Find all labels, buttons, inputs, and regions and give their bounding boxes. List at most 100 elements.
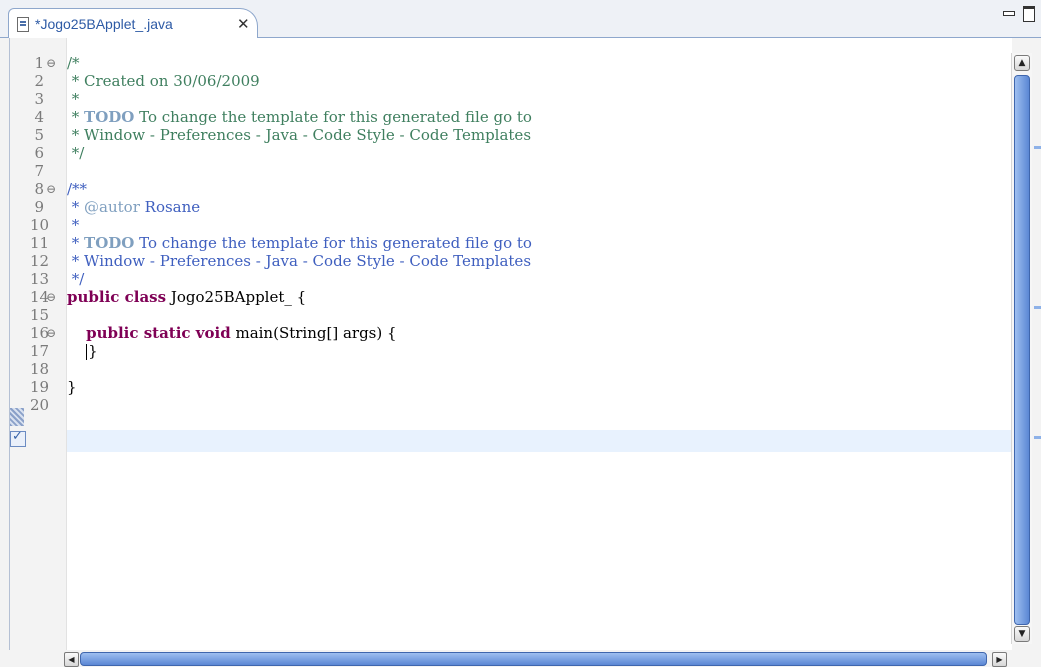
scroll-up-button[interactable]: ▲ (1014, 55, 1030, 71)
line-number-label: 14 (30, 288, 50, 306)
code-token: * (67, 216, 80, 234)
code-line[interactable]: /** (67, 180, 1012, 198)
line-number: 14 ⊖ (30, 288, 66, 306)
line-number: 17 (30, 342, 66, 360)
line-number: 2 (30, 72, 66, 90)
fold-toggle-icon[interactable]: ⊖ (46, 54, 56, 72)
line-number-label: 11 (30, 234, 50, 252)
line-number-label: 8 (34, 180, 44, 198)
code-line[interactable]: * (67, 216, 1012, 234)
code-token: * (67, 108, 85, 126)
code-token: /** (67, 180, 88, 198)
line-number: 5 (30, 126, 66, 144)
vertical-scroll-thumb[interactable] (1014, 75, 1030, 625)
code-token: * Created on 30/06/2009 (67, 72, 260, 90)
code-token: */ (67, 270, 85, 288)
editor-tab-bar: *Jogo25BApplet_.java ✕ (0, 0, 1041, 38)
code-token: TODO (84, 108, 135, 126)
overview-mark[interactable] (1034, 306, 1041, 309)
annotation-ruler[interactable] (10, 38, 30, 650)
line-number-label: 15 (30, 306, 50, 324)
code-line[interactable]: */ (67, 270, 1012, 288)
code-token: * Window - Preferences - Java - Code Sty… (67, 126, 532, 144)
overview-ruler[interactable] (1033, 38, 1041, 650)
code-token: * (67, 198, 85, 216)
code-line[interactable]: * Window - Preferences - Java - Code Sty… (67, 126, 1012, 144)
file-tab[interactable]: *Jogo25BApplet_.java ✕ (8, 8, 258, 38)
code-line[interactable]: * (67, 90, 1012, 108)
line-number: 6 (30, 144, 66, 162)
text-caret (86, 344, 88, 360)
code-token: } (88, 342, 98, 360)
code-token: Rosane (139, 198, 201, 216)
code-token: Jogo25BApplet_ { (166, 288, 307, 306)
code-line[interactable]: * Window - Preferences - Java - Code Sty… (67, 252, 1012, 270)
code-line[interactable]: public static void main(String[] args) { (67, 324, 1012, 342)
line-number-label: 13 (30, 270, 50, 288)
breakpoint-marker-icon[interactable] (10, 408, 24, 426)
code-line[interactable] (67, 396, 1012, 414)
scroll-right-button[interactable]: ▶ (992, 652, 1007, 667)
horizontal-scrollbar[interactable]: ◀ ▶ (60, 650, 1011, 667)
maximize-icon[interactable] (1023, 6, 1035, 22)
line-number: 8 ⊖ (30, 180, 66, 198)
line-number: 20 (30, 396, 66, 414)
code-token: @autor (84, 198, 140, 216)
line-number: 13 (30, 270, 66, 288)
fold-toggle-icon[interactable]: ⊖ (46, 180, 56, 198)
line-number: 9 (30, 198, 66, 216)
code-token: } (67, 378, 77, 396)
line-number-label: 19 (30, 378, 50, 396)
code-line[interactable] (67, 360, 1012, 378)
line-number-label: 7 (34, 162, 44, 180)
line-number-label: 12 (30, 252, 50, 270)
code-line[interactable]: public class Jogo25BApplet_ { (67, 288, 1012, 306)
overview-mark[interactable] (1034, 436, 1041, 439)
code-line[interactable]: */ (67, 144, 1012, 162)
line-number-label: 16 (30, 324, 50, 342)
code-token: public static void (86, 324, 231, 342)
code-line[interactable]: * TODO To change the template for this g… (67, 234, 1012, 252)
line-number: 11 (30, 234, 66, 252)
code-editor[interactable]: 1⊖2345678⊖91011121314⊖1516⊖17181920 /* *… (9, 38, 1012, 650)
fold-toggle-icon[interactable]: ⊖ (46, 288, 56, 306)
fold-toggle-icon[interactable]: ⊖ (46, 324, 56, 342)
line-number: 3 (30, 90, 66, 108)
code-line[interactable]: * @autor Rosane (67, 198, 1012, 216)
scroll-left-button[interactable]: ◀ (64, 652, 79, 667)
java-file-icon (17, 17, 29, 32)
line-number: 12 (30, 252, 66, 270)
tab-title: *Jogo25BApplet_.java (35, 16, 173, 32)
line-number: 4 (30, 108, 66, 126)
line-number: 10 (30, 216, 66, 234)
code-token: public class (67, 288, 167, 306)
line-number-label: 4 (34, 108, 44, 126)
line-number: 18 (30, 360, 66, 378)
task-marker-icon[interactable] (10, 429, 26, 447)
code-token: To change the template for this generate… (134, 234, 532, 252)
scroll-down-button[interactable]: ▼ (1014, 626, 1030, 642)
horizontal-scroll-thumb[interactable] (80, 652, 987, 666)
code-token: /* (67, 54, 80, 72)
code-line[interactable]: } (67, 342, 1012, 360)
minimize-icon[interactable] (1003, 11, 1015, 16)
code-line[interactable]: } (67, 378, 1012, 396)
code-token: * (67, 90, 80, 108)
code-line[interactable] (67, 162, 1012, 180)
code-line[interactable]: * Created on 30/06/2009 (67, 72, 1012, 90)
code-token: * Window - Preferences - Java - Code Sty… (67, 252, 532, 270)
line-number: 19 (30, 378, 66, 396)
code-line[interactable]: * TODO To change the template for this g… (67, 108, 1012, 126)
code-text-area[interactable]: /* * Created on 30/06/2009 * * TODO To c… (67, 38, 1012, 650)
code-line[interactable]: /* (67, 54, 1012, 72)
close-icon[interactable]: ✕ (237, 15, 250, 33)
line-number-label: 9 (34, 198, 44, 216)
line-number: 7 (30, 162, 66, 180)
line-number-gutter: 1 ⊖ 2 3 4 5 6 7 8 ⊖ 9 10 11 12 13 14 ⊖ 15 16 ⊖ 17 18 19 20 (30, 38, 67, 650)
overview-mark[interactable] (1034, 146, 1041, 149)
line-number: 1 ⊖ (30, 54, 66, 72)
vertical-scrollbar[interactable]: ▲ ▼ (1011, 53, 1032, 644)
code-line[interactable] (67, 306, 1012, 324)
